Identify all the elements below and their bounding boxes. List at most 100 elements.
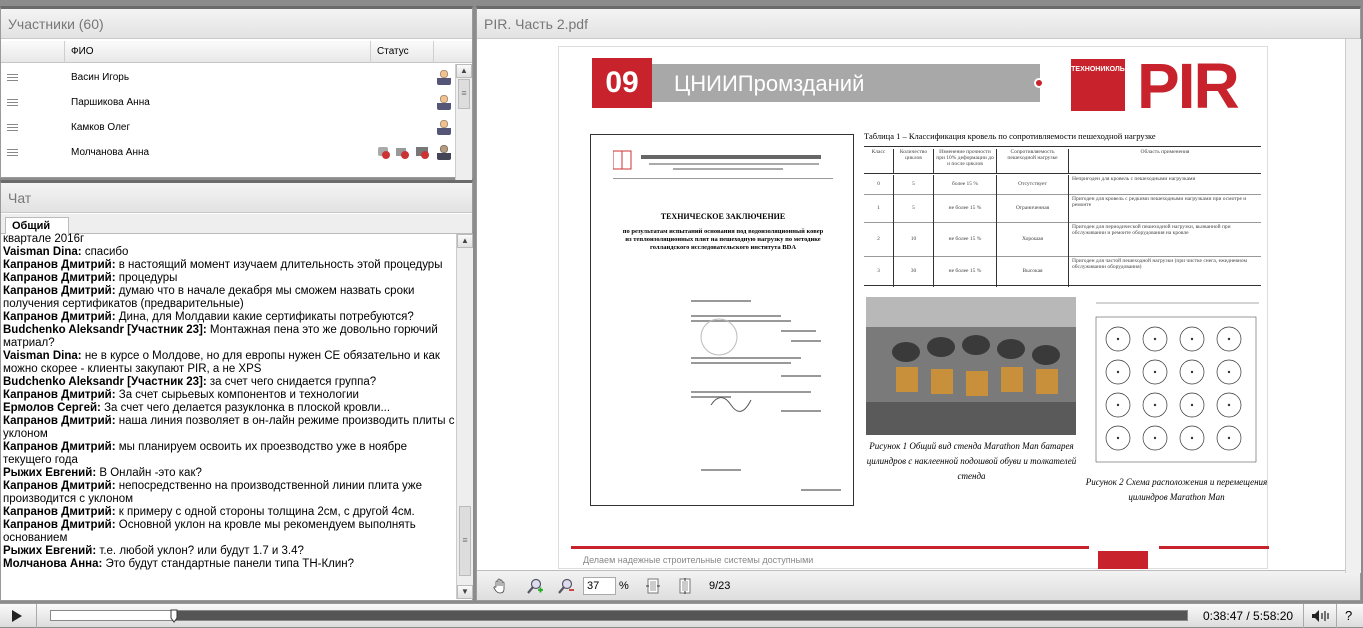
chat-message: Капранов Дмитрий: Дина, для Молдавии как… bbox=[3, 311, 455, 324]
table-cell: Высокая bbox=[997, 257, 1069, 287]
cylinder-center bbox=[1153, 337, 1157, 341]
chat-author: Капранов Дмитрий: bbox=[3, 311, 116, 323]
scroll-thumb[interactable]: ≡ bbox=[458, 79, 470, 109]
table-row: 0 5 более 15 % Отсутствует Непригоден для кр… bbox=[864, 175, 1261, 195]
table-row: 2 10 не более 15 % Хорошая Пригоден для пери… bbox=[864, 223, 1261, 257]
participant-name: Молчанова Анна bbox=[71, 147, 150, 158]
drag-handle-icon[interactable] bbox=[7, 149, 18, 156]
chat-message: Капранов Дмитрий: Основной уклон на кров… bbox=[3, 519, 455, 545]
participants-scrollbar[interactable]: ▲ ≡ bbox=[455, 64, 472, 180]
chat-message: Ермолов Сергей: За счет чего делается ра… bbox=[3, 402, 455, 415]
cylinder-center bbox=[1227, 403, 1231, 407]
participants-title: Участники (60) bbox=[1, 9, 472, 39]
table-caption: Таблица 1 – Классификация кровель по соп… bbox=[864, 131, 1156, 141]
participant-row[interactable]: Паршикова Анна bbox=[1, 90, 453, 115]
chat-author: Рыжих Евгений: bbox=[3, 545, 97, 557]
chat-author: Молчанова Анна: bbox=[3, 558, 103, 570]
pir-logo: PIR bbox=[1137, 50, 1240, 122]
chat-message: Капранов Дмитрий: в настоящий момент изу… bbox=[3, 259, 455, 272]
user-icon bbox=[437, 94, 451, 110]
table-cell: Пригоден для частой пешеходной нагрузки … bbox=[1072, 258, 1247, 270]
drag-handle-icon[interactable] bbox=[7, 99, 18, 106]
table-cell: Пригоден для периодической пешеходной на… bbox=[1072, 224, 1231, 236]
hand-tool-icon[interactable] bbox=[492, 578, 508, 594]
footer-line-right bbox=[1159, 546, 1269, 549]
name-column-header[interactable]: ФИО bbox=[65, 41, 371, 63]
table-cell: 10 bbox=[894, 223, 934, 257]
help-button[interactable]: ? bbox=[1345, 608, 1352, 623]
volume-icon[interactable] bbox=[1311, 609, 1331, 623]
play-icon[interactable] bbox=[10, 609, 24, 623]
technonicol-logo: ТЕХНОНИКОЛЬ bbox=[1071, 59, 1125, 111]
chat-text: т.е. любой уклон? или будут 1.7 и 3.4? bbox=[96, 545, 304, 557]
fit-width-icon[interactable] bbox=[645, 578, 661, 594]
drag-handle-icon[interactable] bbox=[7, 124, 18, 131]
document-subtitle-text: по результатам испытаний основания под в… bbox=[622, 228, 824, 251]
cylinder-center bbox=[1116, 403, 1120, 407]
chat-message: Budchenko Aleksandr [Участник 23]: за сч… bbox=[3, 376, 455, 389]
table-cell: 1 bbox=[864, 195, 894, 223]
chat-message: Vaisman Dina: спасибо bbox=[3, 246, 455, 259]
zoom-out-icon[interactable] bbox=[558, 578, 574, 594]
table-cell: Хорошая bbox=[997, 223, 1069, 257]
chat-message: Капранов Дмитрий: к примеру с одной стор… bbox=[3, 506, 455, 519]
progress-handle[interactable] bbox=[170, 609, 178, 623]
fit-page-icon[interactable] bbox=[677, 578, 693, 594]
table-cell: Пригоден для кровель с редкими пешеходны… bbox=[1072, 196, 1247, 208]
table-cell: не более 15 % bbox=[934, 223, 997, 257]
chat-panel: Чат Общий квартале 2016г Vaisman Dina: сп… bbox=[0, 180, 473, 601]
chat-scrollbar[interactable]: ▲ ≡ ▼ bbox=[456, 234, 473, 599]
chat-author: Budchenko Aleksandr [Участник 23]: bbox=[3, 376, 207, 388]
chat-author: Капранов Дмитрий: bbox=[3, 415, 116, 427]
scroll-down-arrow-icon[interactable]: ▼ bbox=[457, 585, 473, 599]
table-cell: 30 bbox=[894, 257, 934, 287]
document-canvas[interactable]: 09 ЦНИИПромзданий ТЕХНОНИКОЛЬ PIR ТЕХНИЧ… bbox=[477, 39, 1360, 573]
participant-name: Паршикова Анна bbox=[71, 97, 150, 108]
document-viewer-panel: PIR. Часть 2.pdf 09 ЦНИИПромзданий ТЕХНО… bbox=[476, 6, 1361, 601]
signature-block bbox=[691, 300, 821, 412]
chat-author: Budchenko Aleksandr [Участник 23]: bbox=[3, 324, 207, 336]
participant-row[interactable]: Молчанова Анна bbox=[1, 140, 453, 165]
chat-message: Капранов Дмитрий: процедуры bbox=[3, 272, 455, 285]
table-cell: не более 15 % bbox=[934, 195, 997, 223]
footer-line bbox=[571, 546, 1089, 549]
progress-track[interactable] bbox=[50, 609, 1188, 623]
cylinder-center bbox=[1190, 436, 1194, 440]
document-footer-lines bbox=[701, 469, 841, 491]
cylinder-center bbox=[1227, 337, 1231, 341]
slide-org-name: ЦНИИПромзданий bbox=[652, 64, 1040, 102]
user-icon bbox=[437, 119, 451, 135]
screen-share-off-icon[interactable] bbox=[415, 144, 429, 160]
chat-text: к примеру с одной стороны толщина 2см, с… bbox=[115, 506, 415, 518]
cylinder-center bbox=[1153, 403, 1157, 407]
zoom-in-icon[interactable] bbox=[527, 578, 543, 594]
status-column-header[interactable]: Статус bbox=[371, 41, 434, 63]
camera-off-icon[interactable] bbox=[395, 144, 409, 160]
zoom-unit: % bbox=[619, 580, 629, 592]
participant-name: Васин Игорь bbox=[71, 72, 130, 83]
slide-footer-text: Делаем надежные строительные системы дос… bbox=[583, 555, 814, 565]
participants-column-header: ФИО Статус bbox=[1, 41, 472, 63]
slide-dot bbox=[1034, 78, 1044, 88]
scroll-thumb[interactable]: ≡ bbox=[459, 506, 471, 576]
scroll-up-arrow-icon[interactable]: ▲ bbox=[456, 64, 472, 78]
chat-author: Капранов Дмитрий: bbox=[3, 480, 116, 492]
tech-conclusion-document: ТЕХНИЧЕСКОЕ ЗАКЛЮЧЕНИЕ по результатам ис… bbox=[590, 134, 854, 506]
zoom-input[interactable] bbox=[583, 577, 616, 595]
chat-author: Капранов Дмитрий: bbox=[3, 519, 116, 531]
participant-row[interactable]: Васин Игорь bbox=[1, 65, 453, 90]
table-cell: 0 bbox=[864, 175, 894, 195]
drag-handle-icon[interactable] bbox=[7, 74, 18, 81]
mic-off-icon[interactable] bbox=[376, 144, 390, 160]
scroll-up-arrow-icon[interactable]: ▲ bbox=[457, 234, 473, 248]
chat-author: Ермолов Сергей: bbox=[3, 402, 101, 414]
cylinder-center bbox=[1190, 337, 1194, 341]
document-scrollbar[interactable] bbox=[1345, 39, 1361, 573]
cylinder-center bbox=[1153, 436, 1157, 440]
chat-author: Капранов Дмитрий: bbox=[3, 441, 116, 453]
table-header-cell: Количество циклов bbox=[894, 149, 934, 174]
table-header-cell: Класс bbox=[864, 149, 894, 174]
chat-message: квартале 2016г bbox=[3, 233, 455, 246]
tab-general[interactable]: Общий bbox=[5, 217, 69, 234]
participant-row[interactable]: Камков Олег bbox=[1, 115, 453, 140]
